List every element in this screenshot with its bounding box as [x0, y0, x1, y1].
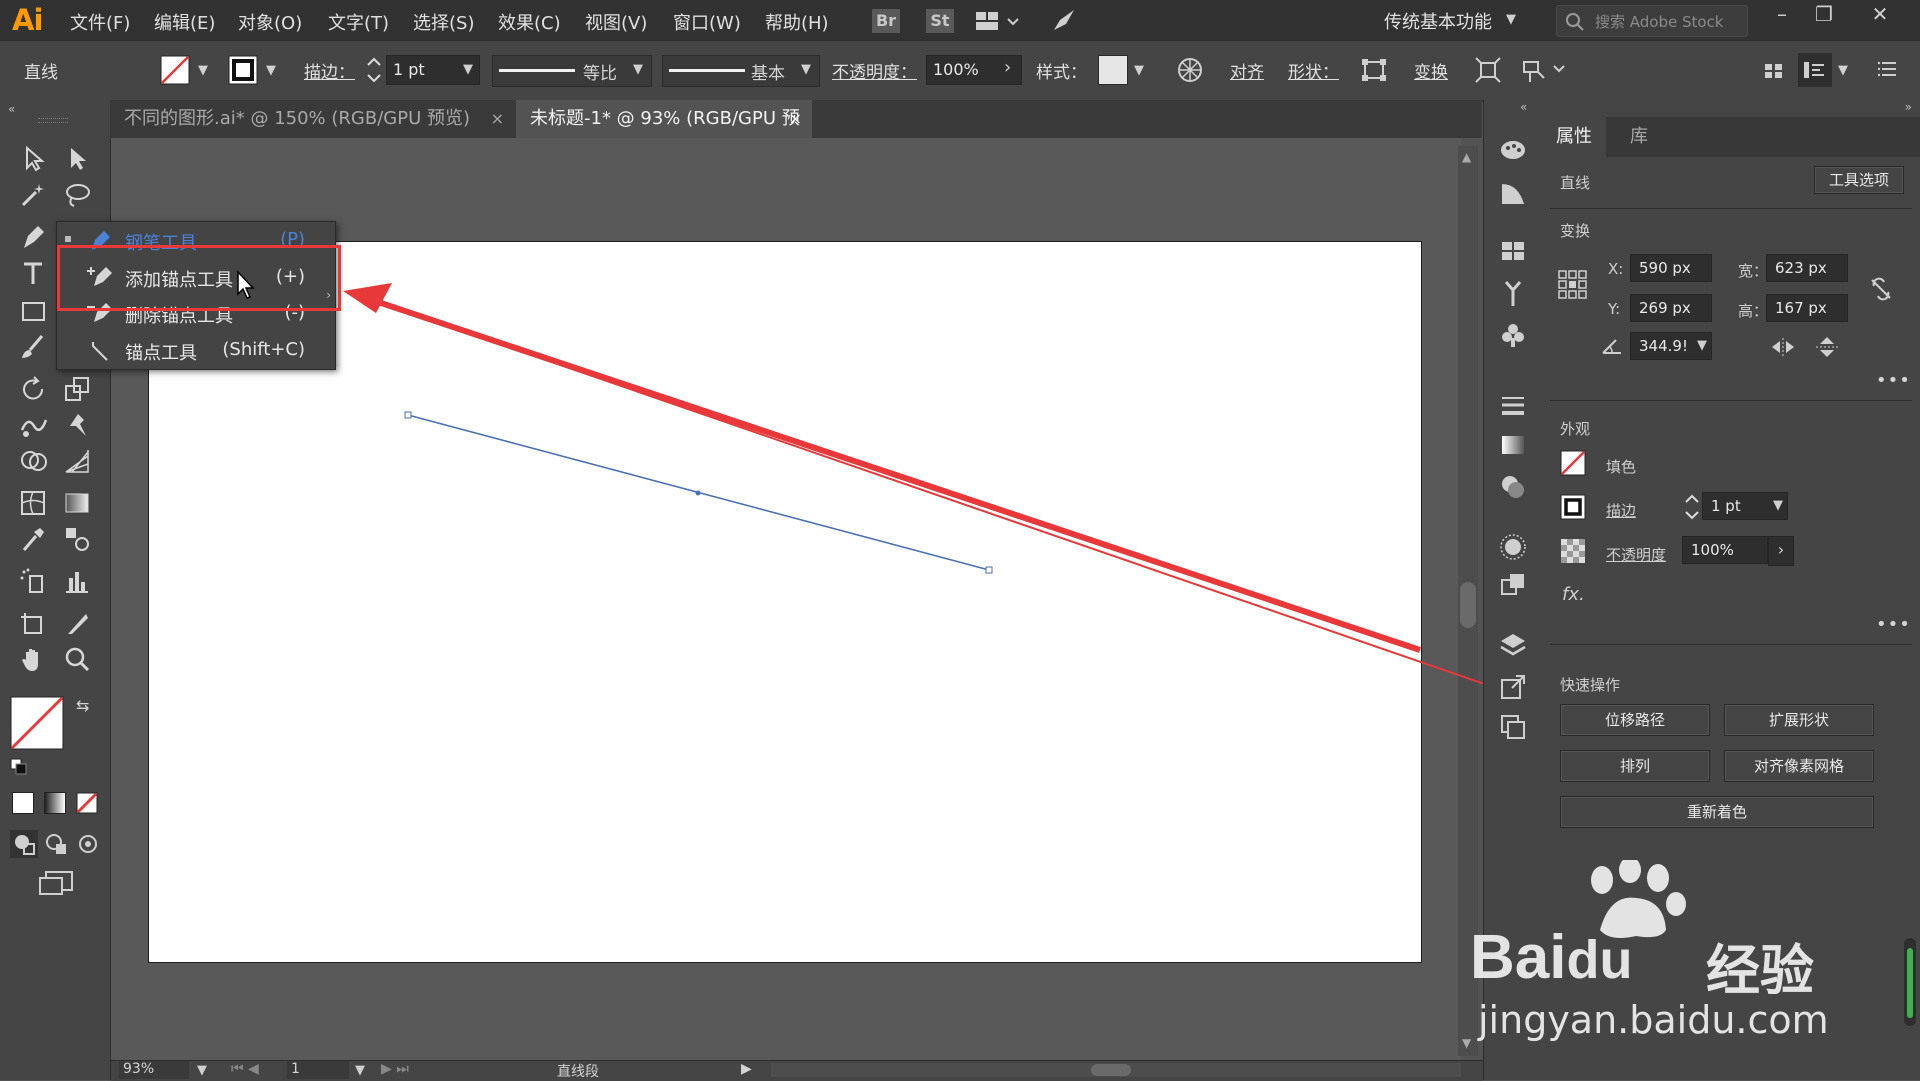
artboards-icon[interactable] [1498, 712, 1528, 742]
selected-object-type: 直线 [1560, 174, 1591, 192]
zoom-value: 93% [123, 1061, 155, 1077]
quick-actions-title: 快速操作 [1560, 676, 1621, 694]
x-label: X: [1608, 260, 1624, 278]
more-options-icon[interactable]: ••• [1876, 614, 1911, 635]
height-label: 高： [1738, 302, 1769, 320]
flip-vertical-icon[interactable] [1814, 336, 1840, 363]
width-field[interactable]: 623 px [1766, 254, 1848, 282]
anchor-point-tool-icon [92, 342, 108, 361]
anchor-point-start[interactable] [404, 411, 412, 419]
asset-export-icon[interactable] [1498, 672, 1528, 702]
status-info: 直线段 [557, 1064, 599, 1080]
artboard-number-field[interactable]: 1 [287, 1061, 349, 1079]
layers-icon[interactable] [1498, 630, 1528, 660]
anchor-point-end[interactable] [985, 566, 993, 574]
y-position-field[interactable]: 269 px [1630, 294, 1712, 322]
annotation-arrow-shaft [359, 293, 1421, 653]
graphic-styles-icon[interactable] [1498, 570, 1528, 600]
artboard-number: 1 [291, 1061, 300, 1077]
current-tool-indicator [65, 236, 71, 242]
watermark-brand-cn: 经验 [1706, 939, 1814, 1002]
chevron-right-icon[interactable]: › [1768, 536, 1794, 566]
opacity-field[interactable]: 100% [1682, 536, 1768, 564]
annotation-highlight-box [57, 245, 341, 311]
flip-horizontal-icon[interactable] [1770, 336, 1796, 363]
opacity-checker-icon [1560, 538, 1586, 569]
watermark-brand: Bai [1470, 923, 1567, 992]
mouse-cursor-icon [237, 270, 255, 299]
fill-none-swatch[interactable] [1560, 450, 1586, 481]
tab-properties[interactable]: 属性 [1542, 117, 1606, 157]
width-label: 宽： [1738, 262, 1769, 280]
stroke-weight-value: 1 pt [1711, 497, 1741, 515]
chevron-down-icon[interactable]: ▼ [1697, 333, 1707, 359]
transform-section-title: 变换 [1560, 222, 1591, 240]
annotation-arrow-head [343, 283, 392, 313]
rotation-field[interactable]: 344.9! ▼ [1630, 332, 1712, 360]
watermark-brand2: du [1566, 930, 1633, 990]
artboard-nav-prev-icon[interactable]: ⏮ ◀ [231, 1061, 259, 1077]
watermark-url: jingyan.baidu.com [1478, 998, 1829, 1042]
appearance-section-title: 外观 [1560, 420, 1591, 438]
gradient-panel-icon[interactable] [1498, 430, 1528, 460]
expand-shape-button[interactable]: 扩展形状 [1724, 704, 1874, 736]
swatches-icon[interactable] [1498, 236, 1528, 266]
stroke-stepper-icon[interactable] [1682, 492, 1702, 527]
align-pixel-grid-button[interactable]: 对齐像素网格 [1724, 750, 1874, 782]
brushes-icon[interactable] [1498, 278, 1528, 308]
transparency-icon[interactable] [1498, 472, 1528, 502]
constrain-proportions-icon[interactable] [1868, 276, 1894, 307]
center-point [695, 490, 701, 496]
offset-path-button[interactable]: 位移路径 [1560, 704, 1710, 736]
panel-scrollbar[interactable] [1904, 938, 1916, 1026]
status-menu-icon[interactable]: ▶ [741, 1061, 752, 1077]
panel-tabs: 属性 库 [1542, 117, 1920, 157]
tab-libraries[interactable]: 库 [1616, 117, 1662, 157]
reference-point-icon[interactable] [1558, 270, 1588, 305]
rotation-value: 344.9! [1639, 337, 1688, 355]
appearance-icon[interactable] [1498, 532, 1528, 562]
x-position-field[interactable]: 590 px [1630, 254, 1712, 282]
horizontal-scrollbar[interactable] [771, 1063, 1461, 1077]
flyout-label: 锚点工具 [125, 343, 197, 364]
rotate-angle-icon [1600, 336, 1624, 361]
fill-label: 填色 [1606, 458, 1637, 476]
zoom-field[interactable]: 93% [119, 1061, 189, 1079]
chevron-down-icon[interactable]: ▼ [355, 1063, 365, 1078]
chevron-down-icon[interactable]: ▼ [197, 1063, 207, 1078]
collapse-panels-icon[interactable]: « [1520, 100, 1527, 114]
artboard-nav-next-icon[interactable]: ▶ ⏭ [381, 1061, 409, 1077]
stroke-panel-icon[interactable] [1498, 390, 1528, 420]
flyout-item-anchor-point-tool[interactable]: 锚点工具 (Shift+C) [57, 332, 335, 368]
collapse-panel-icon[interactable]: » [1905, 100, 1912, 114]
opacity-label[interactable]: 不透明度 [1606, 544, 1666, 565]
symbols-icon[interactable] [1498, 320, 1528, 350]
baidu-jingyan-watermark: Baidu 经验 jingyan.baidu.com [1470, 860, 1900, 1060]
chevron-down-icon[interactable]: ▼ [1773, 493, 1783, 519]
tool-options-button[interactable]: 工具选项 [1814, 166, 1904, 194]
status-bar: 93% ▼ ⏮ ◀ 1 ▼ ▶ ⏭ 直线段 ▶ [111, 1060, 1483, 1081]
arrange-button[interactable]: 排列 [1560, 750, 1710, 782]
stroke-profile-icon[interactable] [1498, 178, 1528, 208]
stroke-color-swatch[interactable] [1560, 494, 1586, 525]
fx-effects-button[interactable]: fx. [1562, 584, 1585, 605]
stroke-weight-field[interactable]: 1 pt ▼ [1702, 492, 1788, 520]
height-field[interactable]: 167 px [1766, 294, 1848, 322]
stroke-label[interactable]: 描边 [1606, 500, 1636, 521]
flyout-shortcut: (Shift+C) [222, 339, 305, 360]
more-options-icon[interactable]: ••• [1876, 370, 1911, 391]
color-guide-icon[interactable] [1498, 134, 1528, 164]
y-label: Y: [1608, 300, 1621, 318]
recolor-button[interactable]: 重新着色 [1560, 796, 1874, 828]
